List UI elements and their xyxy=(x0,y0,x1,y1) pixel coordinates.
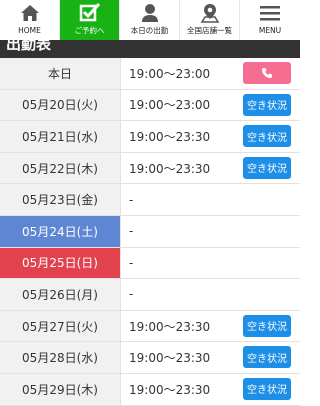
nav-shops-label: 全国店舗一覧 xyxy=(187,26,232,35)
schedule-row: 05月28日(水) 19:00〜23:30 空き状況 xyxy=(0,342,300,374)
date-cell: 05月28日(水) xyxy=(0,342,121,373)
schedule-row: 05月25日(日) - xyxy=(0,247,300,280)
date-cell: 05月22日(木) xyxy=(0,152,121,184)
nav-today[interactable]: 本日の出勤 xyxy=(120,0,180,40)
availability-button[interactable]: 空き状況 xyxy=(243,93,291,116)
call-button[interactable] xyxy=(243,62,291,84)
schedule-row: 05月20日(火) 19:00〜23:00 空き状況 xyxy=(0,89,300,122)
time-cell: 19:00〜23:00 xyxy=(129,98,211,113)
date-cell: 05月24日(土) xyxy=(0,215,121,247)
nav-today-label: 本日の出勤 xyxy=(130,26,169,35)
time-cell: - xyxy=(129,224,134,239)
time-cell: - xyxy=(129,255,134,270)
map-pin-icon xyxy=(200,0,220,26)
time-cell: - xyxy=(129,287,134,302)
schedule-row: 本日 19:00〜23:00 xyxy=(0,58,300,90)
date-cell: 05月27日(火) xyxy=(0,310,121,342)
top-navigation: HOME ご予約へ 本日の出勤 全国店舗一覧 MENU xyxy=(0,0,300,41)
date-cell: 05月25日(日) xyxy=(0,247,121,279)
schedule-row: 05月21日(水) 19:00〜23:30 空き状況 xyxy=(0,121,300,153)
section-header: 出勤表 xyxy=(0,40,300,58)
schedule-table: 本日 19:00〜23:00 05月20日(火) 19:00〜23:00 空き状… xyxy=(0,58,300,406)
schedule-row: 05月29日(木) 19:00〜23:30 空き状況 xyxy=(0,373,300,406)
hamburger-menu-icon xyxy=(260,0,280,26)
time-cell: 19:00〜23:30 xyxy=(129,351,211,366)
availability-button[interactable]: 空き状況 xyxy=(243,125,291,148)
home-icon xyxy=(20,0,40,26)
schedule-row: 05月24日(土) - xyxy=(0,215,300,248)
availability-button[interactable]: 空き状況 xyxy=(243,377,291,400)
time-cell: 19:00〜23:00 xyxy=(129,66,211,81)
nav-shops[interactable]: 全国店舗一覧 xyxy=(180,0,240,40)
nav-home[interactable]: HOME xyxy=(0,0,60,40)
availability-button[interactable]: 空き状況 xyxy=(243,156,291,179)
nav-reserve-label: ご予約へ xyxy=(74,26,105,35)
nav-menu[interactable]: MENU xyxy=(240,0,300,40)
date-cell: 本日 xyxy=(0,58,121,89)
schedule-row: 05月26日(月) - xyxy=(0,279,300,311)
availability-button[interactable]: 空き状況 xyxy=(243,314,291,337)
time-cell: 19:00〜23:30 xyxy=(129,129,211,144)
schedule-row: 05月22日(木) 19:00〜23:30 空き状況 xyxy=(0,152,300,185)
time-cell: 19:00〜23:30 xyxy=(129,319,211,334)
nav-menu-label: MENU xyxy=(258,26,282,35)
date-cell: 05月23日(金) xyxy=(0,184,121,215)
schedule-row: 05月27日(火) 19:00〜23:30 空き状況 xyxy=(0,310,300,343)
date-cell: 05月21日(水) xyxy=(0,121,121,152)
availability-button[interactable]: 空き状況 xyxy=(243,346,291,369)
check-icon xyxy=(79,0,101,26)
date-cell: 05月20日(火) xyxy=(0,89,121,121)
time-cell: - xyxy=(129,192,134,207)
nav-home-label: HOME xyxy=(18,26,41,35)
time-cell: 19:00〜23:30 xyxy=(129,161,211,176)
section-title: 出勤表 xyxy=(6,40,52,53)
nav-reserve[interactable]: ご予約へ xyxy=(60,0,120,40)
schedule-row: 05月23日(金) - xyxy=(0,184,300,216)
date-cell: 05月26日(月) xyxy=(0,279,121,310)
phone-icon xyxy=(262,68,272,78)
person-icon xyxy=(141,0,159,26)
